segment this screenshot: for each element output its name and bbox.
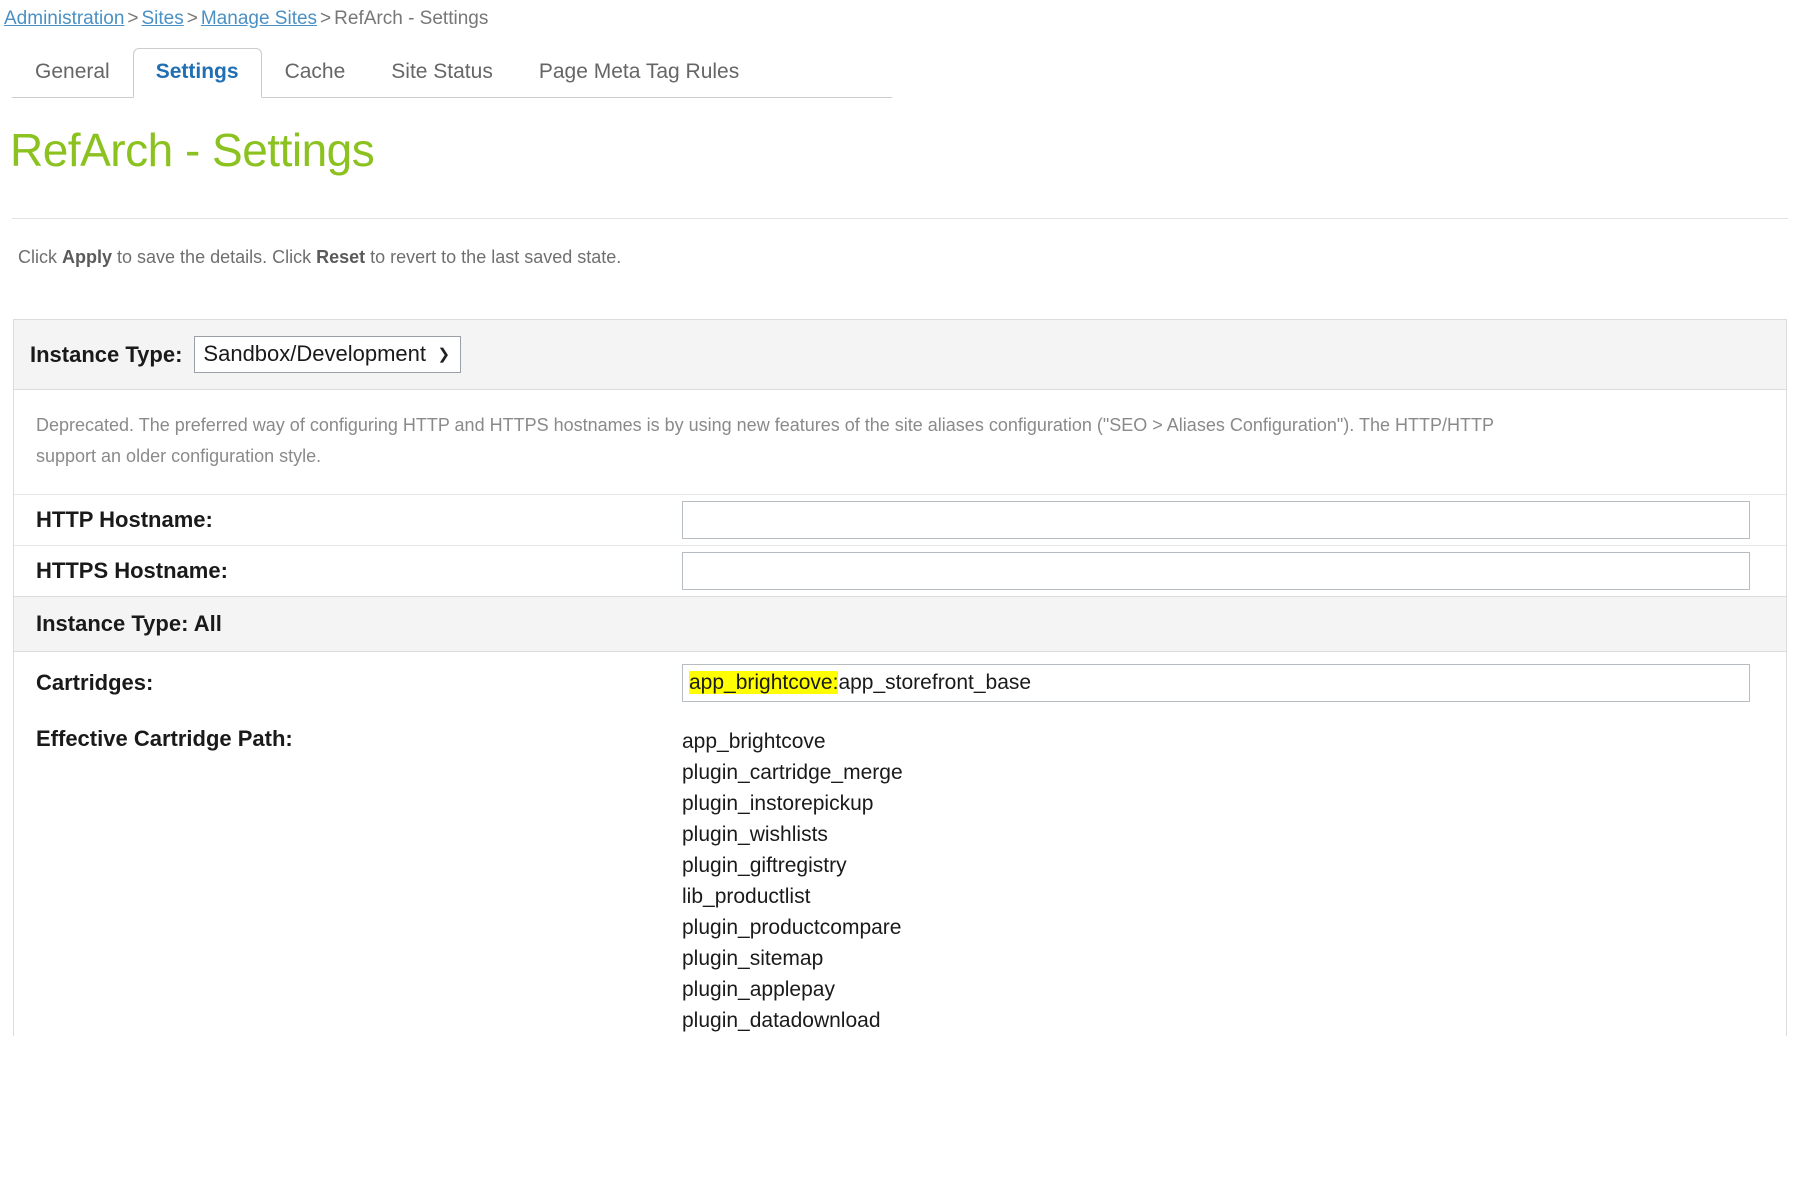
tab-settings[interactable]: Settings (133, 48, 262, 98)
cartridges-highlighted-text: app_brightcove: (689, 671, 838, 694)
breadcrumb-separator: > (124, 8, 141, 29)
tab-cache[interactable]: Cache (262, 48, 369, 98)
deprecated-note-line2: support an older configuration style. (36, 441, 1800, 472)
instance-type-label: Instance Type: (30, 342, 182, 368)
title-divider (12, 218, 1788, 219)
tab-bar: General Settings Cache Site Status Page … (0, 46, 1800, 98)
effective-cartridge-path-label: Effective Cartridge Path: (14, 726, 682, 752)
list-item: plugin_wishlists (682, 819, 903, 850)
chevron-down-icon: ❯ (437, 342, 450, 368)
help-note-suffix: to revert to the last saved state. (365, 247, 621, 267)
help-note: Click Apply to save the details. Click R… (18, 245, 1800, 269)
tab-page-meta-tag-rules[interactable]: Page Meta Tag Rules (516, 48, 762, 98)
breadcrumb-separator: > (184, 8, 201, 29)
breadcrumb-current: RefArch - Settings (334, 8, 488, 29)
help-note-reset: Reset (316, 247, 365, 267)
https-hostname-input[interactable] (682, 552, 1750, 590)
breadcrumb-link-administration[interactable]: Administration (4, 8, 124, 29)
list-item: plugin_datadownload (682, 1005, 903, 1036)
list-item: plugin_cartridge_merge (682, 757, 903, 788)
cartridges-remaining-text: app_storefront_base (838, 671, 1031, 694)
help-note-middle: to save the details. Click (112, 247, 316, 267)
breadcrumb-link-manage-sites[interactable]: Manage Sites (201, 8, 317, 29)
cartridges-label: Cartridges: (14, 670, 682, 696)
breadcrumb: Administration>Sites>Manage Sites>RefArc… (0, 0, 1800, 30)
list-item: app_brightcove (682, 726, 903, 757)
section-header-instance-type-all: Instance Type: All (14, 596, 1786, 652)
breadcrumb-separator: > (317, 8, 334, 29)
instance-type-select[interactable]: Sandbox/Development ❯ (194, 336, 461, 373)
deprecated-note-line1: Deprecated. The preferred way of configu… (36, 415, 1494, 435)
deprecated-note: Deprecated. The preferred way of configu… (36, 410, 1800, 472)
breadcrumb-link-sites[interactable]: Sites (142, 8, 184, 29)
settings-panel: Instance Type: Sandbox/Development ❯ Dep… (13, 319, 1787, 1036)
http-hostname-row: HTTP Hostname: (14, 495, 1786, 545)
tab-site-status[interactable]: Site Status (368, 48, 516, 98)
http-hostname-label: HTTP Hostname: (14, 507, 682, 533)
http-hostname-input[interactable] (682, 501, 1750, 539)
list-item: plugin_sitemap (682, 943, 903, 974)
https-hostname-row: HTTPS Hostname: (14, 546, 1786, 596)
list-item: lib_productlist (682, 881, 903, 912)
list-item: plugin_giftregistry (682, 850, 903, 881)
instance-type-row: Instance Type: Sandbox/Development ❯ (14, 320, 1786, 390)
https-hostname-label: HTTPS Hostname: (14, 558, 682, 584)
cartridges-row: Cartridges: app_brightcove:app_storefron… (14, 652, 1786, 712)
help-note-apply: Apply (62, 247, 112, 267)
list-item: plugin_instorepickup (682, 788, 903, 819)
list-item: plugin_applepay (682, 974, 903, 1005)
page-title: RefArch - Settings (10, 124, 1800, 176)
effective-cartridge-path-list: app_brightcove plugin_cartridge_merge pl… (682, 726, 903, 1036)
tab-general[interactable]: General (12, 48, 133, 98)
help-note-prefix: Click (18, 247, 62, 267)
deprecated-note-row: Deprecated. The preferred way of configu… (14, 390, 1786, 495)
cartridges-input[interactable]: app_brightcove:app_storefront_base (682, 664, 1750, 702)
instance-type-selected-value: Sandbox/Development (203, 341, 426, 366)
effective-cartridge-path-row: Effective Cartridge Path: app_brightcove… (14, 712, 1786, 1036)
list-item: plugin_productcompare (682, 912, 903, 943)
